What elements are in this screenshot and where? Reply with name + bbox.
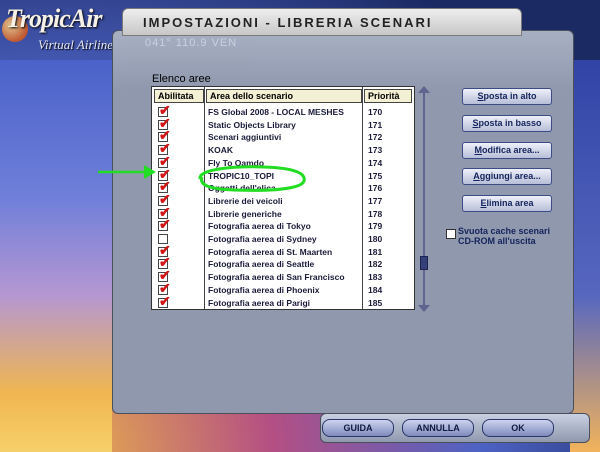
column-header-enabled[interactable]: Abilitata (154, 89, 204, 103)
area-name: Scenari aggiuntivi (208, 132, 282, 143)
cancel-button[interactable]: ANNULLA (402, 419, 474, 437)
section-label: Elenco aree (152, 73, 211, 85)
area-name: Fotografia aerea di San Francisco (208, 272, 345, 283)
annotation-arrow-icon (98, 165, 156, 179)
enabled-checkbox[interactable]: ✔ (158, 217, 171, 232)
checkmark-icon: ✔ (159, 292, 171, 309)
list-row[interactable]: ✔ Fotografia aerea di Parigi 185 (152, 294, 414, 309)
area-priority: 174 (368, 157, 383, 168)
list-row[interactable]: ✔ Fotografia aerea di Phoenix 184 (152, 281, 414, 296)
area-name: Librerie dei veicoli (208, 195, 283, 206)
area-priority: 181 (368, 246, 383, 257)
area-name: Fotografia aerea di Phoenix (208, 284, 320, 295)
area-name: Fotografia aerea di Seattle (208, 259, 315, 270)
window-title: IMPOSTAZIONI - LIBRERIA SCENARI (143, 15, 433, 30)
list-row[interactable]: ✔ FS Global 2008 - LOCAL MESHES 170 (152, 103, 414, 118)
move-down-button[interactable]: Sposta in basso (462, 115, 552, 132)
area-priority: 177 (368, 195, 383, 206)
area-name: Fotografia aerea di Tokyo (208, 221, 311, 232)
area-name: Static Objects Library (208, 119, 296, 130)
area-priority: 171 (368, 119, 383, 130)
window-title-bar: IMPOSTAZIONI - LIBRERIA SCENARI (122, 8, 522, 36)
list-row[interactable]: Fotografia aerea di Sydney 180 (152, 233, 414, 245)
area-priority: 183 (368, 272, 383, 283)
area-priority: 178 (368, 208, 383, 219)
edit-area-button[interactable]: Modifica area... (462, 142, 552, 159)
area-priority: 172 (368, 132, 383, 143)
area-name: Fotografia aerea di Parigi (208, 297, 311, 308)
column-header-area[interactable]: Area dello scenario (206, 89, 362, 103)
right-gradient-strip (570, 60, 600, 452)
area-name: FS Global 2008 - LOCAL MESHES (208, 107, 344, 117)
ok-button[interactable]: OK (482, 419, 554, 437)
area-name: Fotografia aerea di Sydney (208, 234, 317, 244)
clear-cache-checkbox[interactable] (446, 229, 456, 239)
area-priority: 185 (368, 297, 383, 308)
area-name: Librerie generiche (208, 208, 282, 219)
list-row[interactable]: ✔ Librerie generiche 178 (152, 205, 414, 220)
tropicair-logo: TropicAir Virtual Airline (2, 4, 114, 60)
logo-title: TropicAir (6, 4, 102, 33)
list-row[interactable]: ✔ Fotografia aerea di Seattle 182 (152, 255, 414, 270)
delete-area-button[interactable]: Elimina area (462, 195, 552, 212)
list-row[interactable]: ✔ Librerie dei veicoli 177 (152, 192, 414, 207)
area-name: Fotografia aerea di St. Maarten (208, 246, 333, 257)
move-up-button[interactable]: Sposta in alto (462, 88, 552, 105)
list-row[interactable]: ✔ Scenari aggiuntivi 172 (152, 128, 414, 143)
add-area-button[interactable]: Aggiungi area... (462, 168, 552, 185)
area-priority: 180 (368, 234, 383, 244)
area-priority: 176 (368, 183, 383, 194)
column-header-priority[interactable]: Priorità (364, 89, 412, 103)
list-row[interactable]: ✔ Fotografia aerea di Tokyo 179 (152, 217, 414, 232)
scroll-down-arrow-icon[interactable] (418, 305, 430, 312)
map-overlay-text: 041° 110.9 VEN (145, 37, 238, 49)
enabled-checkbox[interactable]: ✔ (158, 294, 171, 308)
area-name: KOAK (208, 145, 234, 156)
checkmark-icon: ✔ (159, 216, 171, 233)
area-priority: 175 (368, 170, 383, 181)
help-button[interactable]: GUIDA (322, 419, 394, 437)
area-priority: 182 (368, 259, 383, 270)
list-row[interactable]: ✔ KOAK 173 (152, 141, 414, 156)
logo-subtitle: Virtual Airline (38, 37, 113, 52)
list-row[interactable]: ✔ Static Objects Library 171 (152, 116, 414, 131)
annotation-highlight-ellipse (198, 165, 306, 192)
area-priority: 179 (368, 221, 383, 232)
scenery-list: Abilitata Area dello scenario Priorità ✔… (151, 86, 415, 310)
list-row[interactable]: ✔ Fotografia aerea di St. Maarten 181 (152, 243, 414, 258)
area-priority: 173 (368, 145, 383, 156)
area-priority: 184 (368, 284, 383, 295)
scroll-thumb[interactable] (420, 256, 428, 270)
list-row[interactable]: ✔ Fotografia aerea di San Francisco 183 (152, 268, 414, 283)
list-scrollbar[interactable] (418, 86, 430, 312)
left-gradient-strip (0, 60, 112, 452)
scroll-track[interactable] (423, 92, 425, 306)
area-priority: 170 (368, 107, 383, 117)
clear-cache-label[interactable]: Svuota cache scenari CD-ROM all'uscita (458, 226, 558, 246)
